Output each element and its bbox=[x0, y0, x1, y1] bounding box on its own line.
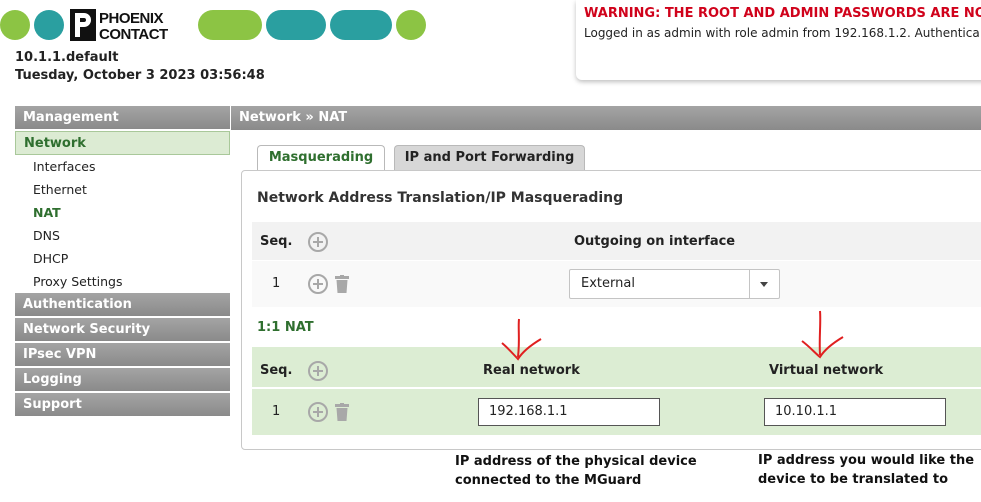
row-seq: 1 bbox=[272, 404, 281, 419]
brand-dot-teal bbox=[0, 10, 30, 40]
note-line: IP address of the physical device bbox=[455, 454, 697, 469]
add-row-icon[interactable] bbox=[308, 361, 328, 381]
column-outgoing-interface: Outgoing on interface bbox=[574, 234, 736, 249]
sidebar-subitem-nat[interactable]: NAT bbox=[15, 201, 230, 224]
chevron-down-icon bbox=[760, 282, 768, 287]
arrow-down-icon bbox=[801, 310, 844, 359]
brand-dot-teal bbox=[34, 10, 64, 40]
real-network-input[interactable]: 192.168.1.1 bbox=[478, 398, 660, 426]
column-seq: Seq. bbox=[260, 363, 293, 378]
row-seq: 1 bbox=[272, 276, 281, 291]
brand-dot bbox=[396, 10, 426, 40]
breadcrumb: Network » NAT bbox=[231, 106, 981, 130]
device-datetime: Tuesday, October 3 2023 03:56:48 bbox=[15, 68, 265, 83]
note-line: connected to the MGuard bbox=[455, 473, 642, 488]
login-info: Logged in as admin with role admin from … bbox=[584, 26, 980, 40]
masquerading-title: Network Address Translation/IP Masquerad… bbox=[257, 190, 624, 206]
sidebar-item-authentication[interactable]: Authentication bbox=[15, 293, 230, 316]
svg-text:CONTACT: CONTACT bbox=[99, 26, 168, 41]
sidebar-subitem-proxy-settings[interactable]: Proxy Settings bbox=[15, 270, 230, 293]
brand-text-top: PHOENIX bbox=[99, 10, 164, 27]
dropdown-button[interactable] bbox=[749, 270, 779, 298]
sidebar-subitem-interfaces[interactable]: Interfaces bbox=[15, 155, 230, 178]
brand-pill bbox=[330, 10, 392, 40]
virtual-network-input[interactable]: 10.10.1.1 bbox=[764, 398, 946, 426]
status-box: WARNING: THE ROOT AND ADMIN PASSWORDS AR… bbox=[576, 0, 981, 80]
virtual-network-note: IP address you would like the device to … bbox=[758, 451, 974, 489]
tab-masquerading[interactable]: Masquerading bbox=[257, 145, 385, 171]
device-hostname: 10.1.1.default bbox=[15, 50, 119, 65]
sidebar-subitem-ethernet[interactable]: Ethernet bbox=[15, 178, 230, 201]
note-line: device to be translated to bbox=[758, 472, 949, 487]
sidebar-item-network-security[interactable]: Network Security bbox=[15, 318, 230, 341]
column-seq: Seq. bbox=[260, 234, 293, 249]
sidebar-item-network[interactable]: Network bbox=[15, 131, 230, 155]
column-virtual-network: Virtual network bbox=[769, 363, 884, 378]
sidebar-item-logging[interactable]: Logging bbox=[15, 368, 230, 391]
outgoing-interface-select[interactable]: External bbox=[569, 269, 780, 299]
sidebar-item-ipsec-vpn[interactable]: IPsec VPN bbox=[15, 343, 230, 366]
password-warning: WARNING: THE ROOT AND ADMIN PASSWORDS AR… bbox=[584, 6, 981, 21]
brand-pill bbox=[198, 10, 262, 40]
note-line: IP address you would like the bbox=[758, 453, 975, 468]
tab-ip-port-forwarding[interactable]: IP and Port Forwarding bbox=[394, 145, 585, 170]
delete-row-icon[interactable] bbox=[335, 275, 349, 293]
sidebar-item-support[interactable]: Support bbox=[15, 393, 230, 416]
delete-row-icon[interactable] bbox=[335, 403, 349, 421]
real-network-note: IP address of the physical device connec… bbox=[455, 452, 697, 490]
sidebar-nav: Management Network Interfaces Ethernet N… bbox=[15, 106, 230, 418]
column-real-network: Real network bbox=[483, 363, 580, 378]
insert-row-icon[interactable] bbox=[308, 402, 328, 422]
brand-bar: PHOENIX CONTACT bbox=[0, 8, 430, 42]
add-row-icon[interactable] bbox=[308, 232, 328, 252]
arrow-down-icon bbox=[501, 318, 542, 361]
sidebar-item-management[interactable]: Management bbox=[15, 106, 230, 129]
one-to-one-nat-title: 1:1 NAT bbox=[257, 320, 314, 335]
insert-row-icon[interactable] bbox=[308, 274, 328, 294]
sidebar-subitem-dhcp[interactable]: DHCP bbox=[15, 247, 230, 270]
brand-pill bbox=[266, 10, 326, 40]
sidebar-subitem-dns[interactable]: DNS bbox=[15, 224, 230, 247]
outgoing-interface-value: External bbox=[581, 276, 635, 291]
phoenix-contact-logo: PHOENIX CONTACT bbox=[70, 9, 193, 41]
